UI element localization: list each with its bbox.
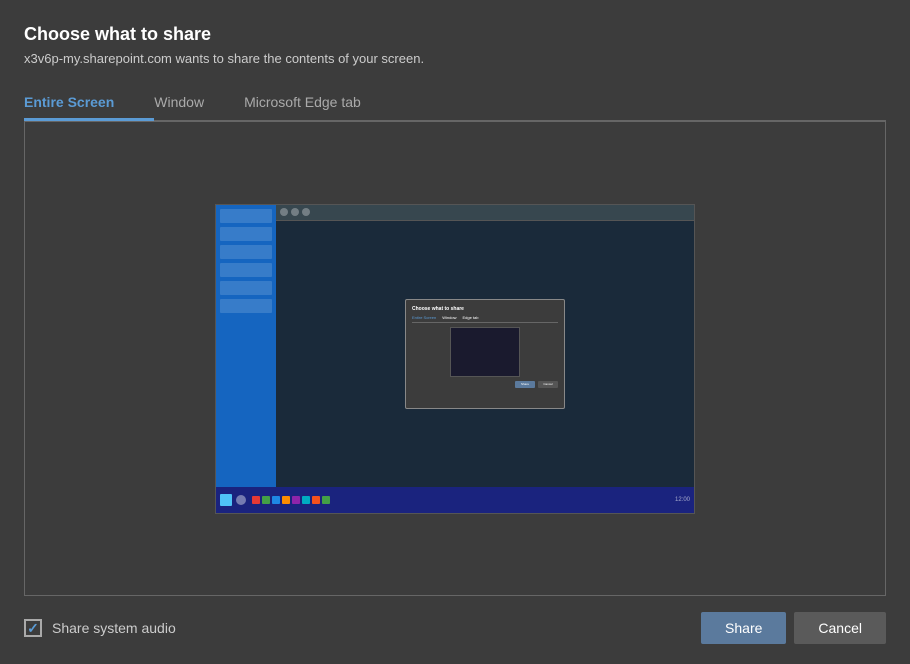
tab-edge[interactable]: Microsoft Edge tab [244,84,401,120]
taskbar-app-3 [272,496,280,504]
screen-preview[interactable]: Choose what to share Entire Screen Windo… [215,204,695,514]
audio-checkbox-label: Share system audio [52,620,176,636]
preview-area: Choose what to share Entire Screen Windo… [24,121,886,596]
taskbar-app-7 [312,496,320,504]
audio-checkbox[interactable]: ✓ [24,619,42,637]
inner-preview-box [450,327,520,377]
inner-btns: Share Cancel [412,381,558,388]
taskbar-app-5 [292,496,300,504]
tab-window[interactable]: Window [154,84,244,120]
dialog: Choose what to share x3v6p-my.sharepoint… [0,0,910,664]
browser-btn-1 [280,208,288,216]
preview-sidebar [216,205,276,487]
sidebar-item-4 [220,263,272,277]
audio-checkbox-wrapper[interactable]: ✓ Share system audio [24,619,176,637]
taskbar-app-8 [322,496,330,504]
cancel-button[interactable]: Cancel [794,612,886,644]
inner-tab-1: Entire Screen [412,315,436,320]
taskbar-apps [252,496,330,504]
browser-content: Choose what to share Entire Screen Windo… [276,221,694,487]
browser-btn-2 [291,208,299,216]
inner-share-btn: Share [515,381,535,388]
dialog-subtitle: x3v6p-my.sharepoint.com wants to share t… [24,51,886,66]
inner-dialog-title: Choose what to share [412,306,558,312]
tab-entire-screen[interactable]: Entire Screen [24,84,154,120]
taskbar-app-1 [252,496,260,504]
inner-dialog-tabs: Entire Screen Window Edge tab [412,315,558,323]
share-button[interactable]: Share [701,612,786,644]
preview-browser: Choose what to share Entire Screen Windo… [276,205,694,487]
inner-tab-3: Edge tab [462,315,478,320]
taskbar: 12:00 [216,487,694,513]
sidebar-item-1 [220,209,272,223]
checkmark-icon: ✓ [27,621,39,635]
taskbar-app-6 [302,496,310,504]
taskbar-search-icon [236,495,246,505]
footer-buttons: Share Cancel [701,612,886,644]
taskbar-app-2 [262,496,270,504]
taskbar-clock: 12:00 [675,497,690,503]
sidebar-item-5 [220,281,272,295]
dialog-title: Choose what to share [24,24,886,45]
screen-inner: Choose what to share Entire Screen Windo… [216,205,694,513]
footer: ✓ Share system audio Share Cancel [24,596,886,644]
footer-left: ✓ Share system audio [24,619,176,637]
sidebar-item-3 [220,245,272,259]
sidebar-item-6 [220,299,272,313]
taskbar-start-icon [220,494,232,506]
inner-tab-2: Window [442,315,456,320]
inner-dialog: Choose what to share Entire Screen Windo… [405,299,565,409]
inner-cancel-btn: Cancel [538,381,558,388]
browser-toolbar [276,205,694,221]
browser-btn-3 [302,208,310,216]
tab-bar: Entire Screen Window Microsoft Edge tab [24,84,886,121]
taskbar-app-4 [282,496,290,504]
sidebar-item-2 [220,227,272,241]
